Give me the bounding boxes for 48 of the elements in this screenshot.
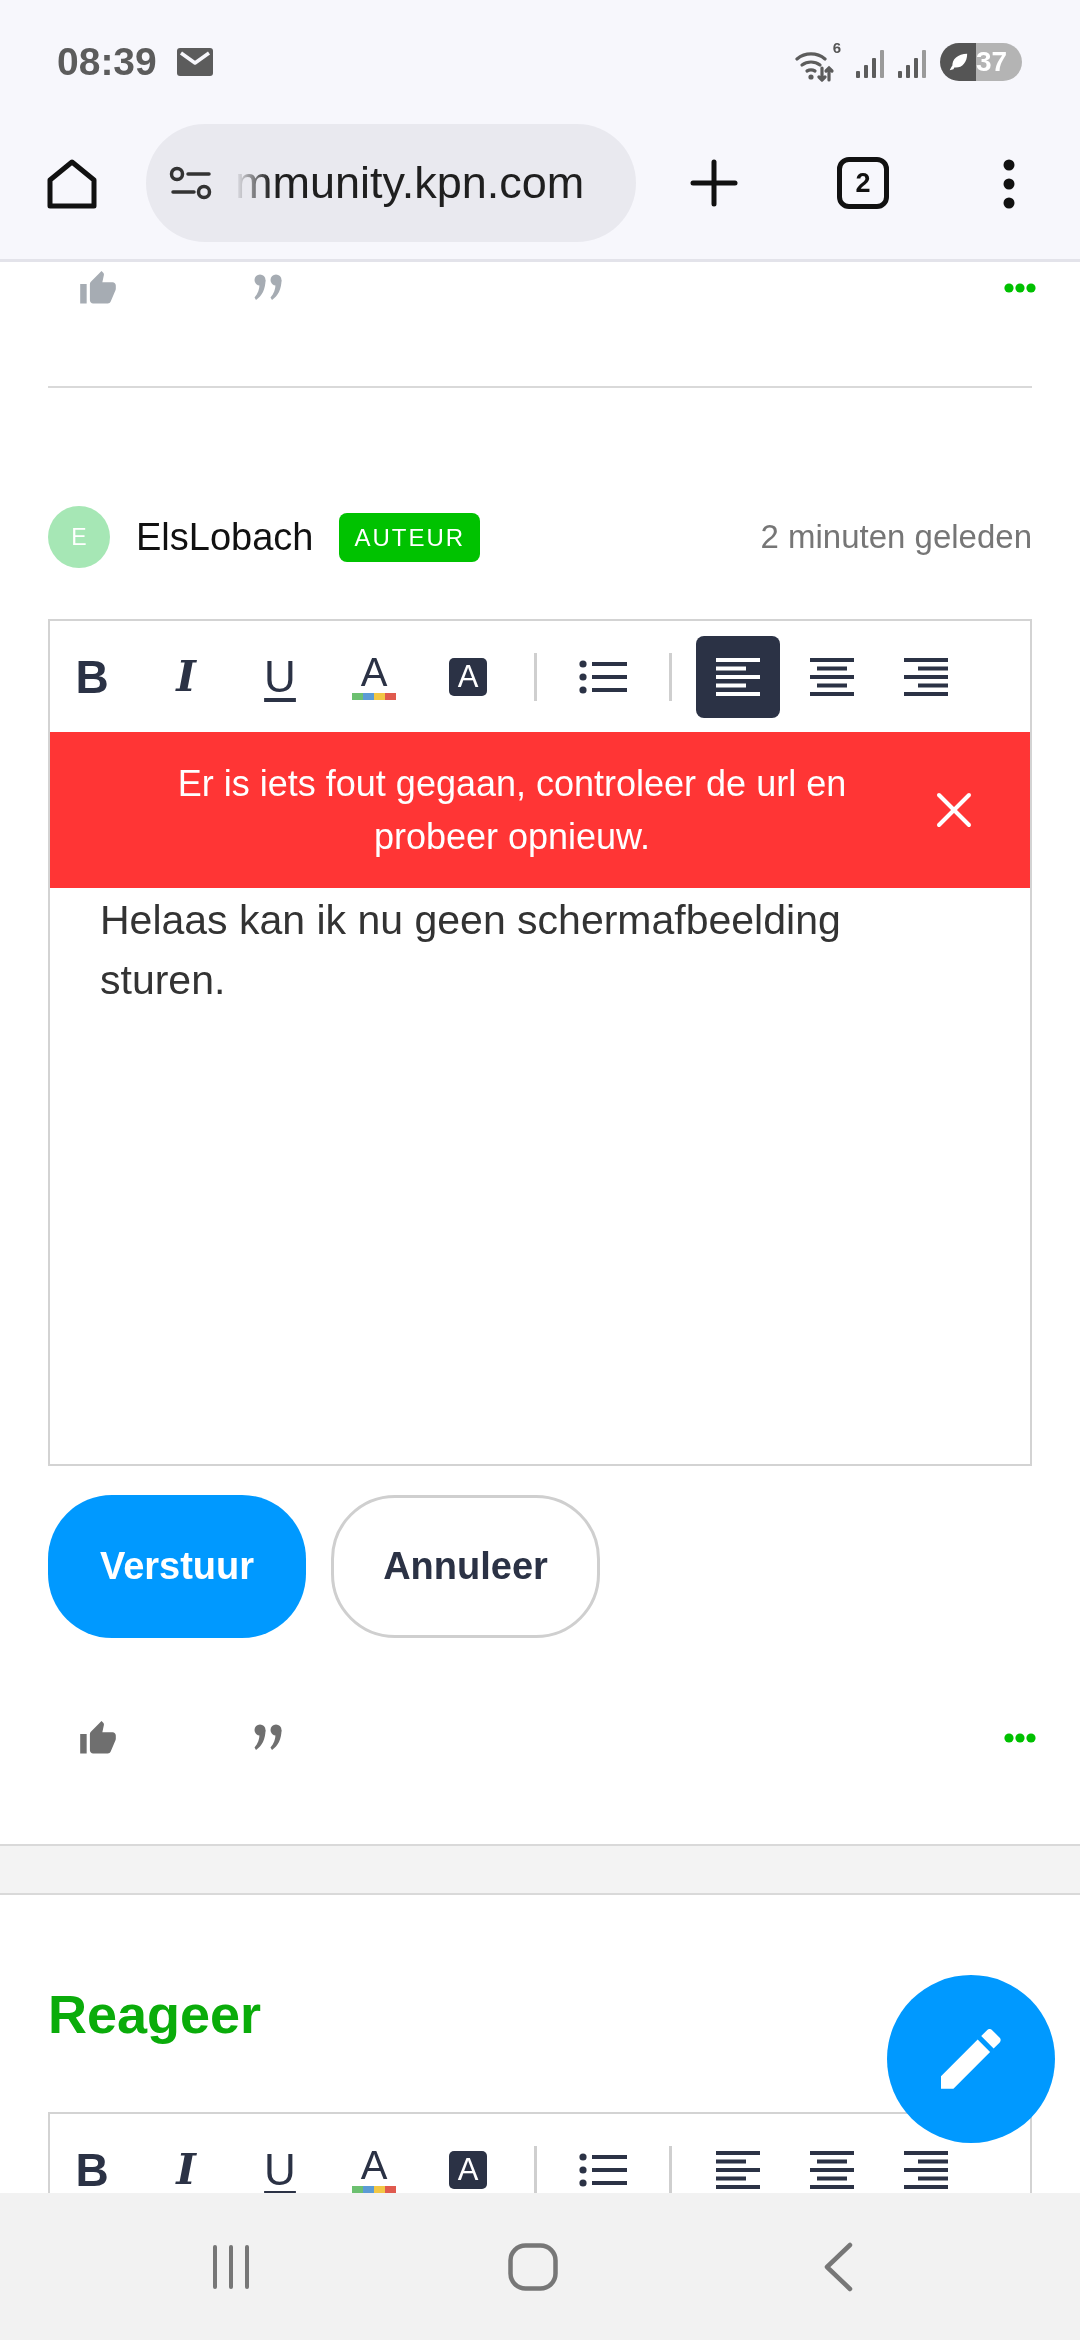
bold-button[interactable]: B (50, 2146, 134, 2193)
align-center-icon (810, 657, 854, 696)
highlight-button[interactable]: A (426, 2146, 510, 2193)
text-color-button[interactable]: A (332, 653, 416, 700)
bold-button[interactable]: B (50, 653, 134, 700)
color-stripe-icon (352, 2185, 396, 2193)
post-time: 2 minuten geleden (760, 518, 1032, 556)
address-bar[interactable]: mmunity.kpn.com (146, 124, 636, 242)
leaf-icon (947, 51, 969, 73)
align-left-icon (716, 657, 760, 696)
home-icon[interactable] (45, 158, 99, 210)
battery-level: 37 (976, 45, 1008, 79)
author-name[interactable]: ElsLobach (136, 515, 314, 559)
bullet-list-icon (579, 658, 627, 695)
underline-button[interactable]: U (238, 2146, 322, 2193)
align-center-icon (810, 2150, 854, 2189)
recent-apps-icon[interactable] (211, 2243, 251, 2290)
text-color-button[interactable]: A (332, 2146, 416, 2193)
error-message: Er is iets fout gegaan, controleer de url en probeer opnieuw. (176, 762, 848, 859)
italic-button[interactable]: I (144, 653, 228, 700)
back-icon[interactable] (823, 2241, 853, 2292)
align-left-button[interactable] (696, 635, 780, 718)
mail-icon (176, 48, 213, 76)
align-left-icon (716, 2150, 760, 2189)
close-icon (936, 792, 972, 828)
pencil-icon (941, 2029, 1001, 2089)
author-badge: AUTEUR (339, 512, 481, 562)
thumbs-up-icon[interactable] (80, 1721, 116, 1755)
bullet-list-icon (579, 2151, 627, 2188)
editor-field[interactable]: Helaas kan ik nu geen schermafbeelding sturen. (50, 888, 1030, 1464)
wifi-label: 6 (832, 40, 841, 56)
align-right-icon (904, 2150, 948, 2189)
editor-text: Helaas kan ik nu geen schermafbeelding sturen. (100, 896, 842, 1005)
section-title: Reageer (48, 1983, 262, 2046)
underline-button[interactable]: U (238, 653, 322, 700)
url-text: mmunity.kpn.com (235, 157, 585, 209)
tab-count-button[interactable]: 2 (837, 157, 889, 209)
menu-icon[interactable] (1003, 158, 1015, 210)
color-stripe-icon (352, 692, 396, 700)
cancel-button[interactable]: Annuleer (331, 1495, 600, 1638)
site-settings-icon[interactable] (169, 165, 213, 201)
new-tab-icon[interactable] (689, 158, 739, 208)
clock-time: 08:39 (57, 40, 157, 84)
italic-button[interactable]: I (144, 2146, 228, 2193)
avatar: E (48, 506, 110, 568)
quote-icon[interactable] (254, 1724, 284, 1752)
highlight-button[interactable]: A (426, 653, 510, 700)
align-right-icon (904, 657, 948, 696)
